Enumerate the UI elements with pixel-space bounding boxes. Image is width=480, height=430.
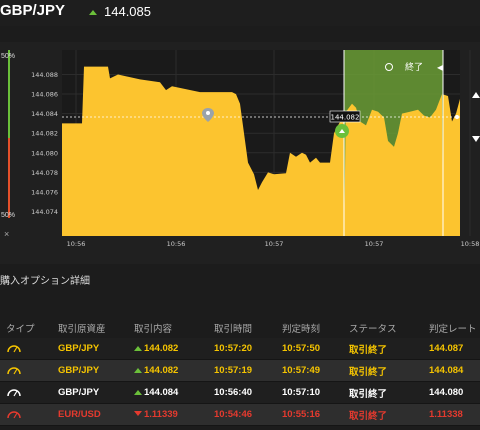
gauge-icon bbox=[7, 367, 21, 375]
col-type: タイプ bbox=[6, 324, 35, 335]
table-row[interactable]: GBP/JPY 144.082 10:57:19 10:57:49 取引終了 1… bbox=[0, 360, 480, 382]
currency-pair-title: GBP/JPY bbox=[0, 2, 66, 19]
cell-asset: EUR/USD bbox=[58, 409, 101, 420]
cell-content: 144.082 bbox=[144, 365, 179, 376]
up-arrow-icon bbox=[134, 390, 142, 395]
gauge-icon bbox=[7, 411, 21, 419]
table-header: タイプ 取引原資産 取引内容 取引時間 判定時刻 ステータス 判定レート bbox=[0, 318, 480, 338]
y-tick-label: 144.080 bbox=[31, 149, 58, 157]
details-title: 購入オプション詳細 bbox=[0, 276, 90, 287]
col-rate: 判定レート bbox=[429, 324, 477, 335]
table-row[interactable]: GBP/JPY 144.082 10:57:20 10:57:50 取引終了 1… bbox=[0, 338, 480, 360]
current-price-value: 144.085 bbox=[104, 4, 151, 19]
cell-rate: 144.084 bbox=[429, 365, 464, 376]
y-tick-label: 144.074 bbox=[31, 208, 58, 216]
options-table: タイプ 取引原資産 取引内容 取引時間 判定時刻 ステータス 判定レート GBP… bbox=[0, 318, 480, 426]
cell-rate: 1.11338 bbox=[429, 409, 463, 420]
svg-text:終了: 終了 bbox=[405, 61, 423, 73]
y-tick-label: 144.078 bbox=[31, 169, 58, 177]
cell-asset: GBP/JPY bbox=[58, 343, 100, 354]
cell-content: 144.084 bbox=[144, 387, 179, 398]
cell-judge: 10:57:50 bbox=[282, 343, 321, 354]
y-tick-label: 144.076 bbox=[31, 188, 58, 196]
cell-status: 取引終了 bbox=[349, 344, 388, 356]
up-arrow-icon bbox=[134, 346, 142, 351]
y-tick-label: 144.084 bbox=[31, 110, 58, 118]
cell-time: 10:56:40 bbox=[214, 387, 253, 398]
x-tick-label: 10:57 bbox=[365, 240, 384, 248]
cell-status: 取引終了 bbox=[349, 366, 388, 378]
col-asset: 取引原資産 bbox=[58, 324, 106, 335]
y-tick-label: 144.088 bbox=[31, 71, 58, 79]
svg-text:144.082: 144.082 bbox=[331, 114, 360, 122]
cell-time: 10:57:19 bbox=[214, 365, 253, 376]
gauge-icon bbox=[7, 389, 21, 397]
gauge-icon bbox=[7, 345, 21, 353]
svg-text:◀: ◀ bbox=[437, 63, 444, 72]
current-price: 144.085 bbox=[88, 4, 151, 19]
x-tick-label: 10:58 bbox=[461, 240, 480, 248]
col-time: 取引時間 bbox=[214, 324, 253, 335]
x-tick-label: 10:56 bbox=[67, 240, 86, 248]
table-row[interactable]: GBP/JPY 144.084 10:56:40 10:57:10 取引終了 1… bbox=[0, 382, 480, 404]
top-bar: GBP/JPY 144.085 bbox=[0, 0, 480, 26]
cell-judge: 10:57:49 bbox=[282, 365, 321, 376]
details-header: 購入オプション詳細 bbox=[0, 272, 480, 288]
col-status: ステータス bbox=[349, 324, 397, 335]
cell-content: 144.082 bbox=[144, 343, 179, 354]
right-up-arrow-icon bbox=[472, 92, 480, 98]
col-judge: 判定時刻 bbox=[282, 324, 321, 335]
y-tick-label: 144.082 bbox=[31, 130, 58, 138]
cell-rate: 144.080 bbox=[429, 387, 464, 398]
x-tick-label: 10:57 bbox=[265, 240, 284, 248]
cell-judge: 10:55:16 bbox=[282, 409, 321, 420]
cell-judge: 10:57:10 bbox=[282, 387, 321, 398]
up-arrow-icon bbox=[89, 9, 97, 15]
cell-status: 取引終了 bbox=[349, 410, 388, 422]
cell-rate: 144.087 bbox=[429, 343, 464, 354]
up-arrow-icon bbox=[134, 368, 142, 373]
cell-asset: GBP/JPY bbox=[58, 387, 100, 398]
cell-time: 10:54:46 bbox=[214, 409, 253, 420]
chart-panel: 50% 50% × 終了 ◀ 144.082 144.088 144.086 1… bbox=[0, 42, 480, 264]
down-arrow-icon bbox=[134, 411, 142, 416]
right-down-arrow-icon bbox=[472, 136, 480, 142]
price-end-dot bbox=[455, 115, 459, 119]
price-chart[interactable]: 終了 ◀ 144.082 144.088 144.086 144.084 144.08… bbox=[0, 42, 480, 264]
price-tag: 144.082 bbox=[329, 110, 361, 123]
entry-marker-green bbox=[335, 124, 349, 138]
col-content: 取引内容 bbox=[134, 324, 173, 335]
cell-content: 1.11339 bbox=[144, 409, 178, 420]
table-row[interactable]: EUR/USD 1.11339 10:54:46 10:55:16 取引終了 1… bbox=[0, 404, 480, 426]
cell-status: 取引終了 bbox=[349, 388, 388, 400]
x-tick-label: 10:56 bbox=[167, 240, 186, 248]
cell-time: 10:57:20 bbox=[214, 343, 253, 354]
cell-asset: GBP/JPY bbox=[58, 365, 100, 376]
y-tick-label: 144.086 bbox=[31, 91, 58, 99]
